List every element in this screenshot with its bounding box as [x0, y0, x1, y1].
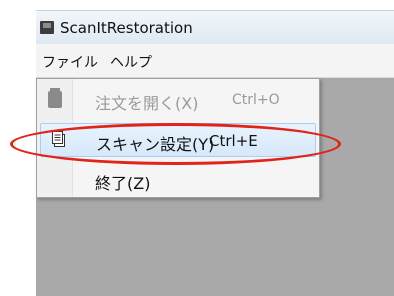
menu-item-shortcut: Ctrl+O	[232, 92, 280, 108]
window-title: ScanItRestoration	[60, 19, 193, 37]
menu-item-open-order[interactable]: 注文を開く(X) Ctrl+O	[37, 83, 319, 117]
menu-item-shortcut: Ctrl+E	[209, 132, 258, 150]
menu-item-label: 終了(Z)	[95, 174, 151, 193]
menu-bar: ファイル ヘルプ	[36, 44, 394, 78]
menu-help[interactable]: ヘルプ	[110, 52, 152, 72]
menu-file[interactable]: ファイル	[42, 52, 98, 72]
menu-item-label: 注文を開く(X)	[95, 94, 199, 113]
menu-item-exit[interactable]: 終了(Z)	[37, 163, 319, 197]
title-bar: ScanItRestoration	[36, 10, 394, 44]
file-menu-dropdown: 注文を開く(X) Ctrl+O スキャン設定(Y) Ctrl+E 終了(Z)	[36, 78, 320, 198]
menu-item-label: スキャン設定(Y)	[96, 135, 215, 154]
scan-settings-icon	[52, 131, 65, 147]
app-window-icon	[40, 21, 54, 34]
open-folder-icon	[48, 88, 62, 108]
menu-item-scan-settings[interactable]: スキャン設定(Y) Ctrl+E	[40, 123, 316, 157]
